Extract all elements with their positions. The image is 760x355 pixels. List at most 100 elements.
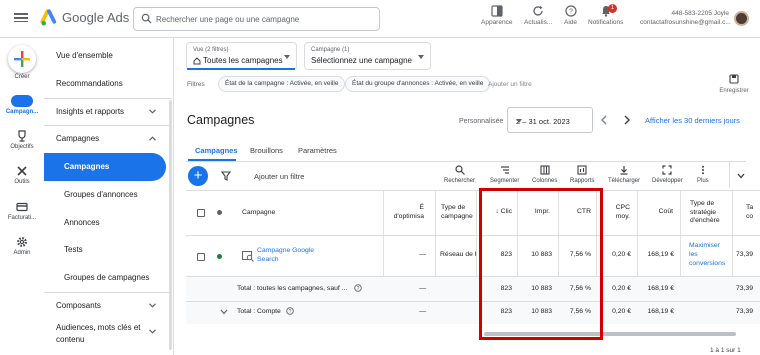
table-row[interactable]: Campagne Google Search — Réseau de R 823…: [186, 235, 760, 276]
nav-item-ad-groups[interactable]: Groupes d'annonces: [44, 181, 166, 209]
show-last-30-days-link[interactable]: Afficher les 30 derniers jours: [645, 116, 740, 125]
search-tool-button[interactable]: Rechercher: [444, 165, 475, 184]
rail-create-label[interactable]: Créer: [0, 74, 44, 80]
side-nav: Vue d'ensemble Recommandations Insights …: [44, 38, 174, 355]
nav-label: Vue d'ensemble: [56, 51, 113, 60]
columns-tool-button[interactable]: Colonnes: [532, 165, 557, 184]
header-text: CPC: [615, 204, 630, 211]
tool-label: Rechercher: [444, 178, 476, 184]
columns-icon: [540, 165, 550, 175]
total-cost: 168,19 €: [647, 285, 674, 292]
segment-icon: [500, 166, 509, 174]
campaign-name-link[interactable]: Campagne Google Search: [257, 246, 314, 264]
total-cost: 168,19 €: [647, 308, 674, 315]
download-tool-button[interactable]: Télécharger: [608, 165, 640, 184]
menu-icon[interactable]: [14, 11, 28, 25]
cell-bid-strategy[interactable]: Maximiser les conversions: [689, 242, 725, 268]
header-text: stratégie: [690, 208, 717, 216]
chevron-down-icon[interactable]: [737, 173, 745, 179]
help-icon[interactable]: ?: [354, 284, 362, 292]
nav-item-campaigns-group[interactable]: Campagnes: [44, 125, 166, 153]
filter-chip-adgroup-status[interactable]: État du groupe d'annonces : Activée, en …: [345, 76, 491, 92]
nav-item-ads[interactable]: Annonces: [44, 209, 166, 237]
expand-icon: [662, 165, 672, 175]
refresh-button[interactable]: Actualis...: [524, 5, 552, 26]
nav-item-tests[interactable]: Tests: [44, 236, 166, 264]
add-campaign-button[interactable]: +: [188, 166, 208, 186]
rail-goals-label: Objectifs: [10, 144, 34, 150]
total-extra: 73,39: [736, 285, 754, 292]
google-ads-logo[interactable]: [40, 9, 58, 27]
chevron-right-icon[interactable]: [623, 115, 631, 125]
nav-item-recommendations[interactable]: Recommandations: [44, 70, 166, 98]
table-add-filter[interactable]: Ajouter un filtre: [254, 172, 304, 181]
nav-item-overview[interactable]: Vue d'ensemble: [44, 42, 166, 70]
campaign-selector[interactable]: Campagne (1) Sélectionnez une campagne: [304, 42, 431, 70]
filter-chip-campaign-status[interactable]: État de la campagne : Activée, en veille: [218, 76, 346, 92]
tool-label: Segmenter: [490, 178, 520, 184]
total-label: Total : toutes les campagnes, sauf ...: [237, 285, 348, 292]
highlight-box: [479, 188, 603, 340]
header-text: campagne: [441, 213, 473, 220]
search-placeholder: Rechercher une page ou une campagne: [156, 15, 300, 24]
left-rail: Créer Campagn... Objectifs Outils Factur…: [0, 38, 44, 355]
caret-down-icon: [284, 55, 290, 59]
more-tool-button[interactable]: Plus: [697, 165, 709, 184]
trophy-icon: [18, 130, 26, 142]
rail-item-tools[interactable]: Outils: [0, 165, 44, 185]
rail-item-campaigns[interactable]: Campagn...: [0, 95, 44, 115]
avatar[interactable]: [734, 11, 749, 26]
create-button[interactable]: [8, 45, 36, 73]
cell-cost: 168,19 €: [647, 251, 674, 258]
campaign-selector-caption: Campagne (1): [311, 47, 350, 53]
search-icon: [141, 13, 152, 24]
nav-label: Campagnes: [56, 134, 100, 143]
segment-tool-button[interactable]: Segmenter: [490, 165, 519, 184]
save-button[interactable]: Enregistrer: [716, 74, 752, 94]
header-text: d'optimisa: [393, 213, 424, 220]
row-checkbox[interactable]: [197, 253, 205, 261]
search-input[interactable]: Rechercher une page ou une campagne: [133, 7, 380, 31]
notification-badge: 1: [608, 4, 617, 13]
date-range-value: 2 – 31 oct. 2023: [516, 117, 570, 126]
header-text: Type de: [690, 200, 715, 207]
nav-item-campaign-groups[interactable]: Groupes de campagnes: [44, 264, 166, 292]
tab-settings[interactable]: Paramètres: [298, 146, 337, 155]
nav-scrollbar[interactable]: [169, 100, 172, 350]
total-optimization: —: [419, 285, 426, 292]
date-range-picker[interactable]: 2 – 31 oct. 2023: [507, 107, 593, 133]
chevron-down-icon[interactable]: [220, 309, 228, 315]
nav-label: Composants: [56, 301, 101, 310]
help-label: Aide: [564, 19, 578, 26]
rail-item-billing[interactable]: Facturati...: [0, 201, 44, 221]
tab-campaigns[interactable]: Campagnes: [195, 146, 238, 155]
select-all-checkbox[interactable]: [197, 209, 205, 217]
brand-name: Google Ads: [62, 10, 130, 25]
view-selector[interactable]: Vue (2 filtres) Toutes les campagnes: [186, 42, 297, 70]
nav-item-assets[interactable]: Composants: [44, 292, 166, 320]
tab-drafts[interactable]: Brouillons: [250, 146, 283, 155]
tool-label: Rapports: [570, 178, 595, 184]
tools-icon: [17, 166, 27, 176]
appearance-button[interactable]: Apparence: [481, 5, 512, 26]
header-text: co: [746, 213, 754, 220]
account-info[interactable]: 448-583-2205 Joyle contactafrosunshine@g…: [640, 9, 731, 27]
rail-item-goals[interactable]: Objectifs: [0, 130, 44, 150]
add-filter-link[interactable]: Ajouter un filtre: [488, 81, 532, 88]
search-icon: [454, 165, 465, 175]
reports-tool-button[interactable]: Rapports: [570, 165, 594, 184]
filter-icon[interactable]: [221, 171, 231, 181]
help-icon[interactable]: ?: [286, 307, 294, 315]
nav-item-campaigns[interactable]: Campagnes: [44, 153, 166, 181]
help-button[interactable]: ? Aide: [564, 5, 577, 26]
filters-label: Filtres: [187, 81, 205, 88]
chevron-left-icon[interactable]: [600, 115, 608, 125]
strategy-line: les: [689, 250, 698, 258]
rail-item-admin[interactable]: Admin: [0, 236, 44, 256]
nav-item-audiences[interactable]: Audiences, mots clés et contenu: [44, 318, 166, 348]
nav-label: contenu: [56, 335, 85, 344]
nav-item-insights[interactable]: Insights et rapports: [44, 98, 166, 126]
notifications-button[interactable]: Notifications: [588, 5, 623, 26]
expand-tool-button[interactable]: Développer: [652, 165, 683, 184]
nav-label: Tests: [64, 245, 83, 254]
